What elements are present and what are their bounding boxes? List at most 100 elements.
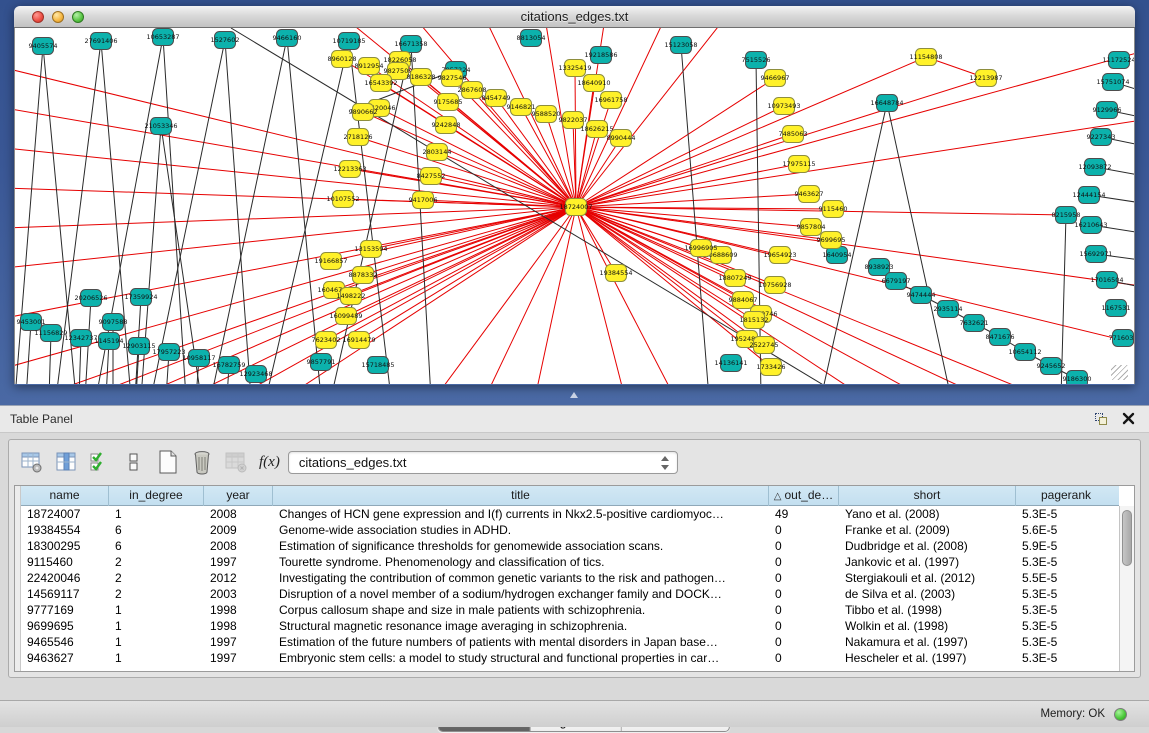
graph-node[interactable]: 9588520 [532,106,561,123]
graph-node[interactable]: 8878332 [349,267,378,284]
graph-node[interactable]: 8960128 [328,51,357,68]
graph-node[interactable]: 15123058 [664,37,697,54]
network-canvas[interactable]: 9405574 27691406 10653287 1527602 9466160 107… [15,28,1135,384]
graph-node[interactable]: 15718485 [361,357,394,374]
column-header-title[interactable]: title [273,486,769,506]
graph-node[interactable]: 19218586 [584,47,617,64]
graph-node[interactable]: 10719185 [332,33,365,50]
graph-node[interactable]: 18807249 [718,270,751,287]
graph-node[interactable]: 2935114 [934,301,963,318]
graph-node[interactable]: 7515526 [742,52,771,69]
graph-node[interactable]: 9242848 [432,117,461,134]
graph-node[interactable]: 8471676 [986,329,1015,346]
graph-node[interactable]: 1498222 [337,288,366,305]
graph-node[interactable]: 9699695 [817,232,846,249]
graph-node[interactable]: 9115460 [819,201,848,218]
graph-node[interactable]: 19654923 [763,247,796,264]
graph-node[interactable]: 17016504 [1090,272,1123,289]
graph-node[interactable]: 9890662 [349,104,378,121]
table-select-dropdown[interactable]: citations_edges.txt [288,451,678,474]
function-icon[interactable]: f(x) [259,454,280,471]
graph-node[interactable]: 16961758 [594,92,627,109]
graph-node[interactable]: 12093872 [1078,159,1111,176]
graph-node[interactable]: 9405574 [29,38,58,55]
graph-node[interactable]: 11154808 [909,49,942,66]
column-header-pagerank[interactable]: pagerank [1016,486,1116,506]
delete-column-icon[interactable] [187,448,217,476]
graph-node[interactable]: 8186328 [407,69,436,86]
graph-node[interactable]: 1815132 [740,312,769,329]
table-row[interactable]: 1456911722003Disruption of a novel membe… [21,586,1119,602]
graph-node[interactable]: 9466160 [273,30,302,47]
graph-node[interactable]: 17359924 [124,289,157,306]
graph-node[interactable]: 15692971 [1079,246,1112,263]
table-header-row[interactable]: namein_degreeyeartitle△out_de…shortpager… [21,486,1119,506]
graph-node[interactable]: 1145194 [95,333,124,350]
graph-node[interactable]: 9474444 [907,287,936,304]
table-body[interactable]: 1872400712008Changes of HCN gene express… [21,506,1119,671]
graph-node[interactable]: 12213987 [969,70,1002,87]
graph-node[interactable]: 2522745 [750,337,779,354]
graph-node[interactable]: 9857804 [797,219,826,236]
graph-node[interactable]: 17975115 [782,156,815,173]
graph-node[interactable]: 7716033 [1109,330,1135,347]
graph-node[interactable]: 8215958 [1052,207,1081,224]
graph-node[interactable]: 9186300 [1063,371,1092,385]
graph-node[interactable]: 16671358 [394,36,427,53]
graph-node[interactable]: 8990444 [607,130,636,147]
graph-node[interactable]: 7632621 [960,315,989,332]
table-row[interactable]: 2242004622012Investigating the contribut… [21,570,1119,586]
table-row[interactable]: 1872400712008Changes of HCN gene express… [21,506,1119,522]
scrollbar-thumb[interactable] [1122,510,1132,566]
graph-node[interactable]: 9175685 [434,94,463,111]
graph-node[interactable]: 21053346 [144,118,177,135]
column-header-short[interactable]: short [839,486,1016,506]
graph-node[interactable]: 9227343 [1087,129,1116,146]
column-header-in_degree[interactable]: in_degree [109,486,204,506]
graph-node[interactable]: 9129966 [1093,102,1122,119]
graph-node[interactable]: 9417006 [409,192,438,209]
table-row[interactable]: 946554611997Estimation of the future num… [21,634,1119,650]
graph-node[interactable]: 16648784 [870,95,903,112]
table-row[interactable]: 1938455462009Genome-wide association stu… [21,522,1119,538]
graph-node[interactable]: 6679197 [882,273,911,290]
graph-node[interactable]: 8427552 [417,168,446,185]
show-columns-icon[interactable] [51,448,81,476]
graph-node[interactable]: 1527602 [211,32,240,49]
graph-node[interactable]: 2803144 [423,144,452,161]
new-column-icon[interactable] [153,448,183,476]
graph-node[interactable]: 8813054 [517,30,546,47]
graph-node[interactable]: 12444154 [1072,187,1105,204]
graph-node[interactable]: 1167531 [1102,300,1131,317]
graph-node[interactable]: 2718126 [344,129,373,146]
graph-node[interactable]: 10653287 [146,29,179,46]
split-pane-grip[interactable] [568,391,580,400]
graph-node[interactable]: 13325419 [558,60,591,77]
graph-node[interactable]: 27691406 [84,33,117,50]
graph-node[interactable]: 9466967 [761,70,790,87]
graph-node[interactable]: 9097588 [99,314,128,331]
graph-node[interactable]: 1733426 [757,359,786,376]
vertical-scrollbar[interactable] [1119,506,1134,671]
graph-node[interactable]: 18640910 [577,75,610,92]
graph-node[interactable]: 9463627 [795,186,824,203]
graph-node[interactable]: 11172524 [1102,52,1135,69]
graph-node[interactable]: 19166857 [314,253,347,270]
table-row[interactable]: 911546021997Tourette syndrome. Phenomeno… [21,554,1119,570]
graph-node[interactable]: 16210643 [1074,217,1107,234]
column-header-out_degree[interactable]: △out_de… [769,486,839,506]
graph-node[interactable]: 7623402 [312,332,341,349]
graph-node[interactable]: 10958117 [182,350,215,367]
column-header-name[interactable]: name [21,486,109,506]
table-row[interactable]: 969969511998Structural magnetic resonanc… [21,618,1119,634]
graph-node[interactable]: 8912954 [355,58,384,75]
graph-node[interactable]: 9245652 [1037,358,1066,375]
close-panel-icon[interactable] [1122,412,1135,425]
window-resize-grip[interactable] [1111,365,1128,380]
window-titlebar[interactable]: citations_edges.txt [14,6,1135,28]
graph-node[interactable]: 9857791 [307,354,336,371]
graph-node[interactable]: 1640954 [823,247,852,264]
rows-icon[interactable] [119,448,149,476]
float-panel-icon[interactable] [1095,413,1109,426]
graph-node[interactable]: 15751074 [1096,74,1129,91]
